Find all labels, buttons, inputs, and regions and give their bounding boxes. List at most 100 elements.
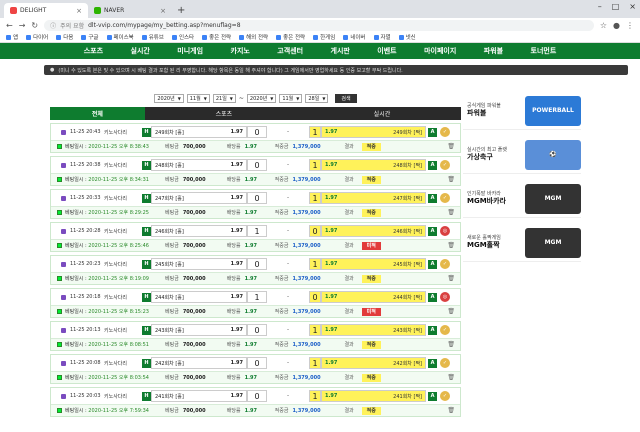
trash-icon[interactable]: 🗑 <box>447 341 455 348</box>
tab-naver[interactable]: NAVER × <box>88 3 172 18</box>
away-option[interactable]: 1.97 246회차 [짝] <box>321 225 426 237</box>
minimize-icon[interactable]: – <box>598 2 602 11</box>
bookmark-label: 다이어 <box>33 35 49 41</box>
bookmark-item[interactable]: 넷신 <box>398 33 416 41</box>
away-option[interactable]: 1.97 241회차 [짝] <box>321 390 426 402</box>
home-option[interactable]: 245회차 [홀] 1.97 <box>151 258 247 270</box>
away-badge: A <box>428 127 437 137</box>
trash-icon[interactable]: 🗑 <box>447 242 455 249</box>
bet-date-value: 2020-11-25 오후 8:19:09 <box>88 276 149 282</box>
trash-icon[interactable]: 🗑 <box>447 308 455 315</box>
trash-icon[interactable]: 🗑 <box>447 275 455 282</box>
home-option[interactable]: 242회차 [홀] 1.97 <box>151 357 247 369</box>
select-checkbox[interactable] <box>57 408 62 413</box>
tab-live[interactable]: 실시간 <box>302 107 461 120</box>
bookmark-item[interactable]: 자멸 <box>373 33 391 41</box>
nav-item[interactable]: 미니게임 <box>177 46 203 56</box>
home-option[interactable]: 243회차 [홀] 1.97 <box>151 324 247 336</box>
home-option[interactable]: 247회차 [홀] 1.97 <box>151 192 247 204</box>
away-option[interactable]: 1.97 247회차 [짝] <box>321 192 426 204</box>
forward-icon[interactable]: → <box>19 21 26 30</box>
tab-delight[interactable]: DELIGHT × <box>4 3 88 18</box>
nav-item[interactable]: 이벤트 <box>377 46 396 56</box>
bookmark-item[interactable]: 유튜브 <box>141 33 164 41</box>
bookmark-item[interactable]: 해외 전략 <box>239 33 268 41</box>
home-option[interactable]: 241회차 [홀] 1.97 <box>151 390 247 402</box>
trash-icon[interactable]: 🗑 <box>447 209 455 216</box>
profile-icon[interactable]: ● <box>613 21 620 30</box>
nav-item[interactable]: 게시판 <box>331 46 350 56</box>
bookmark-item[interactable]: 인스타 <box>171 33 194 41</box>
end-month-select[interactable]: 11월 ▼ <box>279 93 303 103</box>
bookmark-item[interactable]: 한게임 <box>313 33 335 41</box>
bookmark-item[interactable]: 좋은 전략 <box>202 33 231 41</box>
bookmark-item[interactable]: 네이버 <box>343 33 366 41</box>
start-day-select[interactable]: 21일 ▼ <box>212 93 236 103</box>
close-icon[interactable]: × <box>160 7 166 15</box>
url-field[interactable]: ⓘ 주의 요함 dlt-vvip.com/mypage/my_betting.a… <box>44 19 594 31</box>
nav-item[interactable]: 파워볼 <box>484 46 503 56</box>
start-month-select[interactable]: 11월 ▼ <box>186 93 210 103</box>
home-option[interactable]: 248회차 [홀] 1.97 <box>151 159 247 171</box>
sidebar-ad[interactable]: 새로운 홀짝게임 MGM홀짝 MGM <box>463 224 581 262</box>
nav-item[interactable]: 마이페이지 <box>424 46 456 56</box>
home-option[interactable]: 246회차 [홀] 1.97 <box>151 225 247 237</box>
reload-icon[interactable]: ↻ <box>31 21 38 30</box>
bookmark-item[interactable]: 페이스북 <box>106 33 134 41</box>
tab-sports[interactable]: 스포츠 <box>144 107 303 120</box>
away-option[interactable]: 1.97 245회차 [짝] <box>321 258 426 270</box>
bet-date: 베팅일시 : 2020-11-25 오후 8:08:51 <box>65 341 165 348</box>
star-icon[interactable]: ☆ <box>600 21 607 30</box>
end-year-select[interactable]: 2020년 ▼ <box>246 93 277 103</box>
home-option[interactable]: 244회차 [홀] 1.97 <box>151 291 247 303</box>
away-score: 1 <box>309 324 321 336</box>
start-year-select[interactable]: 2020년 ▼ <box>154 93 184 103</box>
end-day-select[interactable]: 28일 ▼ <box>305 93 329 103</box>
select-checkbox[interactable] <box>57 375 62 380</box>
sidebar-ad[interactable]: 인기폭발 바카라 MGM바카라 MGM <box>463 180 581 218</box>
home-option[interactable]: 249회차 [홀] 1.97 <box>151 126 247 138</box>
close-window-icon[interactable]: × <box>629 2 636 11</box>
select-checkbox[interactable] <box>57 309 62 314</box>
bookmark-item[interactable]: 다이어 <box>26 33 48 41</box>
status-badge: 적중 <box>361 274 381 283</box>
menu-icon[interactable]: ⋮ <box>626 21 634 30</box>
bookmark-item[interactable]: 좋은 전략 <box>276 33 305 41</box>
select-checkbox[interactable] <box>57 243 62 248</box>
nav-item[interactable]: 카지노 <box>231 46 250 56</box>
bookmark-item[interactable]: 앱 <box>6 33 18 41</box>
nav-item[interactable]: 스포츠 <box>84 46 103 56</box>
away-badge: A <box>428 259 437 269</box>
nav-item[interactable]: 토너먼트 <box>531 46 557 56</box>
sidebar-ad[interactable]: 공식게임 파워볼 파워볼 POWERBALL <box>463 92 581 130</box>
select-checkbox[interactable] <box>57 342 62 347</box>
back-icon[interactable]: ← <box>6 21 13 30</box>
trash-icon[interactable]: 🗑 <box>447 407 455 414</box>
search-button[interactable]: 검색 <box>335 93 357 103</box>
bookmark-item[interactable]: 다음 <box>56 33 73 41</box>
select-checkbox[interactable] <box>57 144 62 149</box>
away-option[interactable]: 1.97 248회차 [짝] <box>321 159 426 171</box>
select-checkbox[interactable] <box>57 276 62 281</box>
trash-icon[interactable]: 🗑 <box>447 176 455 183</box>
sidebar-ad[interactable]: 실시간의 최고 플랫 가상축구 ⚽ <box>463 136 581 174</box>
select-checkbox[interactable] <box>57 177 62 182</box>
away-option[interactable]: 1.97 242회차 [짝] <box>321 357 426 369</box>
away-option[interactable]: 1.97 244회차 [짝] <box>321 291 426 303</box>
win-amount: 1,379,000 <box>292 242 321 249</box>
bookmark-item[interactable]: 구글 <box>81 33 99 41</box>
trash-icon[interactable]: 🗑 <box>447 374 455 381</box>
new-tab-button[interactable]: + <box>172 5 190 18</box>
nav-item[interactable]: 고객센터 <box>277 46 303 56</box>
trash-icon[interactable]: 🗑 <box>447 143 455 150</box>
maximize-icon[interactable]: □ <box>612 2 620 11</box>
tab-all[interactable]: 전체 <box>50 107 145 120</box>
away-option[interactable]: 1.97 249회차 [짝] <box>321 126 426 138</box>
bet-date-value: 2020-11-25 오후 8:15:23 <box>88 309 149 315</box>
away-option[interactable]: 1.97 243회차 [짝] <box>321 324 426 336</box>
select-checkbox[interactable] <box>57 210 62 215</box>
bookmark-label: 넷신 <box>405 35 416 41</box>
nav-item[interactable]: 실시간 <box>131 46 150 56</box>
odds-label: 배당률 <box>226 408 241 414</box>
close-icon[interactable]: × <box>76 7 82 15</box>
